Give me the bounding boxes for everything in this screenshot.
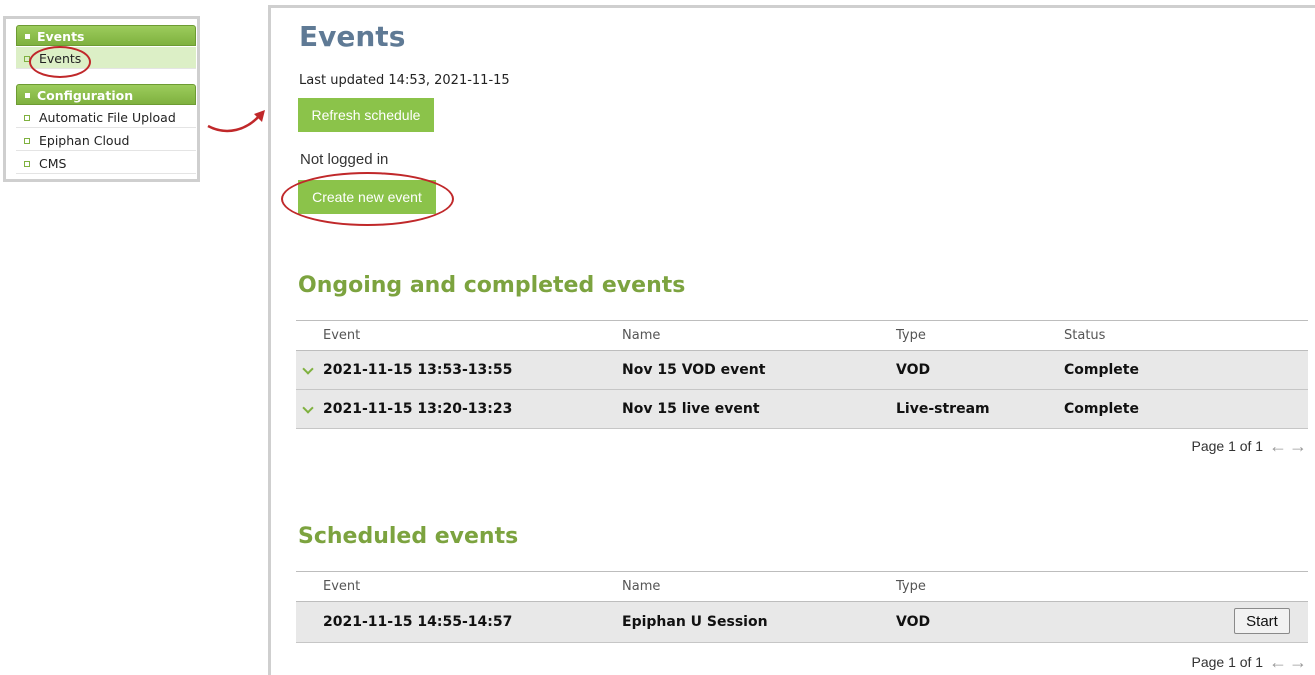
table-header: Event Name Type Status <box>296 320 1308 351</box>
column-header-status: Status <box>1064 328 1106 343</box>
ongoing-events-table: Event Name Type Status 2021-11-15 13:53-… <box>296 320 1308 429</box>
pagination: Page 1 of 1 ← → <box>1191 436 1307 457</box>
event-type: VOD <box>896 614 931 630</box>
main-panel: Events Last updated 14:53, 2021-11-15 Re… <box>268 5 1315 675</box>
annotation-circle-create <box>281 172 454 226</box>
table-row[interactable]: 2021-11-15 13:20-13:23 Nov 15 live event… <box>296 390 1308 429</box>
sidebar-item-label: CMS <box>39 156 67 171</box>
table-row[interactable]: 2021-11-15 13:53-13:55 Nov 15 VOD event … <box>296 351 1308 390</box>
section-title-scheduled: Scheduled events <box>298 524 519 549</box>
column-header-name: Name <box>622 328 661 343</box>
sidebar-section-label: Configuration <box>37 88 134 103</box>
column-header-name: Name <box>622 579 661 594</box>
pager-text: Page 1 of 1 <box>1191 654 1264 670</box>
sidebar-item-automatic-file-upload[interactable]: Automatic File Upload <box>16 106 196 128</box>
chevron-down-icon[interactable] <box>302 402 314 414</box>
start-button[interactable]: Start <box>1234 608 1290 634</box>
event-name: Nov 15 live event <box>622 401 760 417</box>
sidebar-panel: Events Events Configuration Automatic Fi… <box>3 16 200 182</box>
column-header-type: Type <box>896 328 926 343</box>
column-header-event: Event <box>323 328 361 343</box>
sidebar-item-cms[interactable]: CMS <box>16 152 196 174</box>
event-type: VOD <box>896 362 931 378</box>
event-time: 2021-11-15 13:20-13:23 <box>323 401 513 417</box>
section-title-ongoing: Ongoing and completed events <box>298 273 686 298</box>
sidebar-section-configuration[interactable]: Configuration <box>16 84 196 105</box>
event-status: Complete <box>1064 401 1139 417</box>
sidebar-section-label: Events <box>37 29 85 44</box>
event-time: 2021-11-15 14:55-14:57 <box>323 614 513 630</box>
table-row: 2021-11-15 14:55-14:57 Epiphan U Session… <box>296 602 1308 643</box>
pagination: Page 1 of 1 ← → <box>1191 652 1307 673</box>
event-name: Epiphan U Session <box>622 614 768 630</box>
right-arrow-icon[interactable]: → <box>1289 652 1307 672</box>
annotation-arrow-icon <box>207 110 265 133</box>
sidebar-item-epiphan-cloud[interactable]: Epiphan Cloud <box>16 129 196 151</box>
event-status: Complete <box>1064 362 1139 378</box>
column-header-type: Type <box>896 579 926 594</box>
scheduled-events-table: Event Name Type 2021-11-15 14:55-14:57 E… <box>296 571 1308 643</box>
left-arrow-icon[interactable]: ← <box>1269 652 1287 672</box>
pager-text: Page 1 of 1 <box>1191 438 1264 454</box>
bullet-icon <box>24 114 30 121</box>
square-bullet-icon <box>25 34 30 39</box>
event-time: 2021-11-15 13:53-13:55 <box>323 362 513 378</box>
right-arrow-icon[interactable]: → <box>1289 436 1307 456</box>
left-arrow-icon[interactable]: ← <box>1269 436 1287 456</box>
event-name: Nov 15 VOD event <box>622 362 766 378</box>
bullet-icon <box>24 160 30 167</box>
column-header-event: Event <box>323 579 361 594</box>
chevron-down-icon[interactable] <box>302 363 314 375</box>
event-type: Live-stream <box>896 401 990 417</box>
sidebar-item-label: Epiphan Cloud <box>39 133 130 148</box>
sidebar-item-label: Automatic File Upload <box>39 110 176 125</box>
square-bullet-icon <box>25 93 30 98</box>
sidebar-section-events[interactable]: Events <box>16 25 196 46</box>
login-status-text: Not logged in <box>300 151 389 168</box>
table-header: Event Name Type <box>296 571 1308 602</box>
last-updated-text: Last updated 14:53, 2021-11-15 <box>299 73 510 88</box>
annotation-circle-events <box>29 46 91 78</box>
refresh-schedule-button[interactable]: Refresh schedule <box>298 98 434 132</box>
page-title: Events <box>299 20 406 53</box>
bullet-icon <box>24 137 30 144</box>
